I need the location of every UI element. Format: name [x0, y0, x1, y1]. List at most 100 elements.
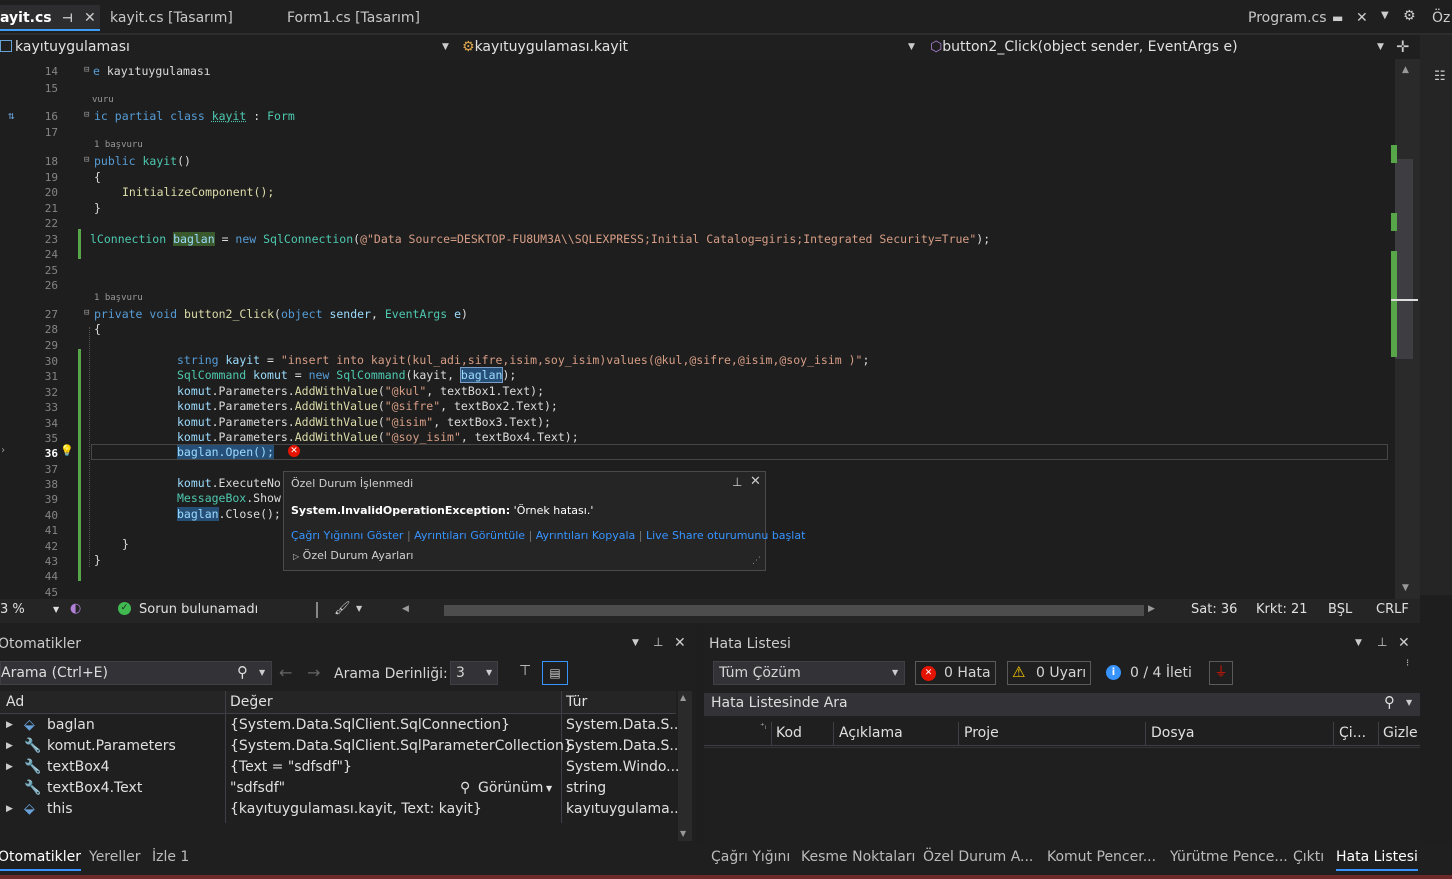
brush-icon[interactable]: 🖌: [334, 601, 351, 616]
tab-kayit-cs[interactable]: ayit.cs ⊣ ✕: [0, 5, 100, 31]
chevron-down-icon[interactable]: ▼: [546, 784, 552, 793]
collapse-icon[interactable]: ⊟: [84, 110, 89, 120]
table-row[interactable]: ▶ ⬙ this {kayıtuygulaması.kayit, Text: k…: [0, 800, 683, 821]
sort-icon[interactable]: ⁺ᵢ: [760, 722, 766, 732]
close-icon[interactable]: ✕: [1398, 635, 1410, 651]
column-header-line[interactable]: Çi...: [1339, 725, 1366, 741]
tab-watch-1[interactable]: İzle 1: [152, 849, 189, 865]
properties-icon[interactable]: ☷: [1434, 69, 1446, 84]
copilot-icon[interactable]: ◐: [70, 601, 81, 616]
column-header-suppression[interactable]: Gizle: [1383, 725, 1418, 741]
column-header-project[interactable]: Proje: [964, 725, 999, 741]
pin-icon[interactable]: ⊥: [653, 635, 663, 649]
variable-value[interactable]: "sdfsdf": [230, 780, 285, 796]
close-icon[interactable]: ✕: [84, 5, 96, 31]
tab-autos[interactable]: Otomatikler: [0, 849, 82, 871]
pin-sources-icon[interactable]: ⊤: [519, 663, 531, 679]
expand-icon[interactable]: ▶: [6, 741, 13, 751]
line-indicator[interactable]: Sat: 36: [1191, 602, 1237, 617]
show-call-stack-link[interactable]: Çağrı Yığınını Göster: [291, 529, 403, 542]
tab-immediate-window[interactable]: Yürütme Pence...: [1170, 849, 1288, 865]
back-arrow-icon[interactable]: ←: [279, 663, 292, 682]
search-input[interactable]: Hata Listesinde Ara: [711, 695, 848, 711]
column-header-value[interactable]: Değer: [230, 694, 273, 710]
messages-count[interactable]: 0 / 4 İleti: [1130, 665, 1192, 681]
panel-menu-icon[interactable]: ▼: [632, 638, 639, 648]
view-icon[interactable]: ▤: [542, 661, 568, 685]
copy-details-link[interactable]: Ayrıntıları Kopyala: [536, 529, 636, 542]
scroll-thumb[interactable]: [1395, 159, 1413, 359]
column-header-file[interactable]: Dosya: [1151, 725, 1195, 741]
scroll-left-icon[interactable]: ◀: [402, 604, 409, 614]
tab-command-window[interactable]: Komut Pencer...: [1047, 849, 1156, 865]
tab-form1-designer[interactable]: Form1.cs [Tasarım]: [279, 5, 467, 31]
variable-value[interactable]: {System.Data.SqlClient.SqlConnection}: [230, 717, 510, 733]
issues-status[interactable]: Sorun bulunamadı: [139, 602, 258, 617]
search-box[interactable]: Arama (Ctrl+E) ⚲ ▼: [0, 661, 272, 685]
class-dropdown[interactable]: ⚙kayıtuygulaması.kayit ▼: [462, 36, 922, 58]
column-header-code[interactable]: Kod: [776, 725, 802, 741]
code-lens[interactable]: vuru: [92, 95, 114, 105]
project-dropdown[interactable]: kayıtuygulaması ▼: [0, 36, 454, 58]
pin-icon[interactable]: ⊣: [62, 5, 73, 31]
column-header-name[interactable]: Ad: [6, 694, 24, 710]
scope-dropdown[interactable]: Tüm Çözüm ▼: [713, 661, 905, 685]
expand-icon[interactable]: ▶: [6, 720, 13, 730]
warnings-filter-button[interactable]: ⚠ 0 Uyarı: [1007, 661, 1091, 685]
tab-output[interactable]: Çıktı: [1293, 849, 1324, 865]
tab-error-list[interactable]: Hata Listesi: [1336, 849, 1418, 871]
expand-icon[interactable]: ▶: [6, 804, 13, 814]
tab-call-stack[interactable]: Çağrı Yığını: [711, 849, 790, 865]
expand-icon[interactable]: ▶: [6, 762, 13, 772]
editor-vertical-scrollbar[interactable]: ▲ ▼: [1391, 59, 1420, 599]
variable-value[interactable]: {kayıtuygulaması.kayit, Text: kayit}: [230, 801, 482, 817]
table-row[interactable]: 🔧 textBox4.Text "sdfsdf" ⚲ Görünüm ▼ str…: [0, 779, 672, 800]
collapse-icon[interactable]: ⊟: [84, 155, 89, 165]
table-row[interactable]: ▶ 🔧 textBox4 {Text = "sdfsdf"} System.Wi…: [0, 758, 680, 779]
member-dropdown[interactable]: ⬡button2_Click(object sender, EventArgs …: [930, 36, 1390, 58]
char-indicator[interactable]: Krkt: 21: [1256, 602, 1308, 617]
close-icon[interactable]: ✕: [674, 635, 686, 651]
error-icon[interactable]: ✕: [288, 445, 300, 457]
table-row[interactable]: ▶ ⬙ baglan {System.Data.SqlClient.SqlCon…: [0, 716, 683, 737]
scroll-down-icon[interactable]: ▼: [1402, 583, 1409, 593]
scroll-down-icon[interactable]: ▼: [680, 829, 686, 838]
resize-grip-icon[interactable]: ⋰: [752, 556, 761, 566]
table-row[interactable]: ▶ 🔧 komut.Parameters {System.Data.SqlCli…: [0, 737, 683, 758]
forward-arrow-icon[interactable]: →: [307, 663, 320, 682]
side-panel-label[interactable]: Öz: [1432, 10, 1450, 26]
search-input[interactable]: Arama (Ctrl+E): [1, 665, 108, 681]
tab-overflow-icon[interactable]: ▼: [1381, 10, 1389, 21]
line-ending[interactable]: CRLF: [1376, 602, 1409, 617]
magnifier-icon[interactable]: ⚲: [460, 780, 470, 796]
overflow-icon[interactable]: ⁝: [1406, 658, 1409, 669]
column-header-type[interactable]: Tür: [566, 694, 587, 710]
scroll-up-icon[interactable]: ▲: [680, 693, 686, 702]
pin-icon[interactable]: ▬: [1332, 5, 1343, 31]
autos-scrollbar[interactable]: ▲ ▼: [678, 691, 692, 841]
column-header-description[interactable]: Açıklama: [839, 725, 903, 741]
errors-filter-button[interactable]: ✕ 0 Hata: [915, 661, 996, 685]
horizontal-scroll-thumb[interactable]: [444, 605, 1144, 616]
lightbulb-icon[interactable]: 💡: [60, 444, 74, 457]
scroll-up-icon[interactable]: ▲: [1402, 65, 1409, 75]
live-share-link[interactable]: Live Share oturumunu başlat: [646, 529, 805, 542]
tab-breakpoints[interactable]: Kesme Noktaları: [801, 849, 915, 865]
tab-exception-settings[interactable]: Özel Durum A...: [923, 849, 1033, 865]
tab-locals[interactable]: Yereller: [89, 849, 141, 865]
split-editor-icon[interactable]: ✛: [1396, 37, 1409, 56]
close-icon[interactable]: ✕: [750, 474, 761, 489]
view-details-link[interactable]: Ayrıntıları Görüntüle: [414, 529, 525, 542]
pin-icon[interactable]: ⊥: [732, 475, 742, 489]
code-lens[interactable]: 1 başvuru: [94, 140, 143, 150]
filter-icon[interactable]: ⏚: [1209, 661, 1233, 685]
whitespace-mode[interactable]: BŞL: [1328, 602, 1352, 617]
exception-settings-expander[interactable]: ▷ Özel Durum Ayarları: [293, 549, 413, 562]
search-depth-dropdown[interactable]: 3 ▼: [450, 661, 498, 685]
collapse-icon[interactable]: ⊟: [84, 308, 89, 318]
chevron-down-icon[interactable]: ▼: [356, 604, 362, 613]
tab-kayit-designer[interactable]: kayit.cs [Tasarım]: [102, 5, 278, 31]
close-icon[interactable]: ✕: [1356, 5, 1368, 31]
gear-icon[interactable]: ⚙: [1403, 8, 1416, 24]
code-lens[interactable]: 1 başvuru: [94, 293, 143, 303]
